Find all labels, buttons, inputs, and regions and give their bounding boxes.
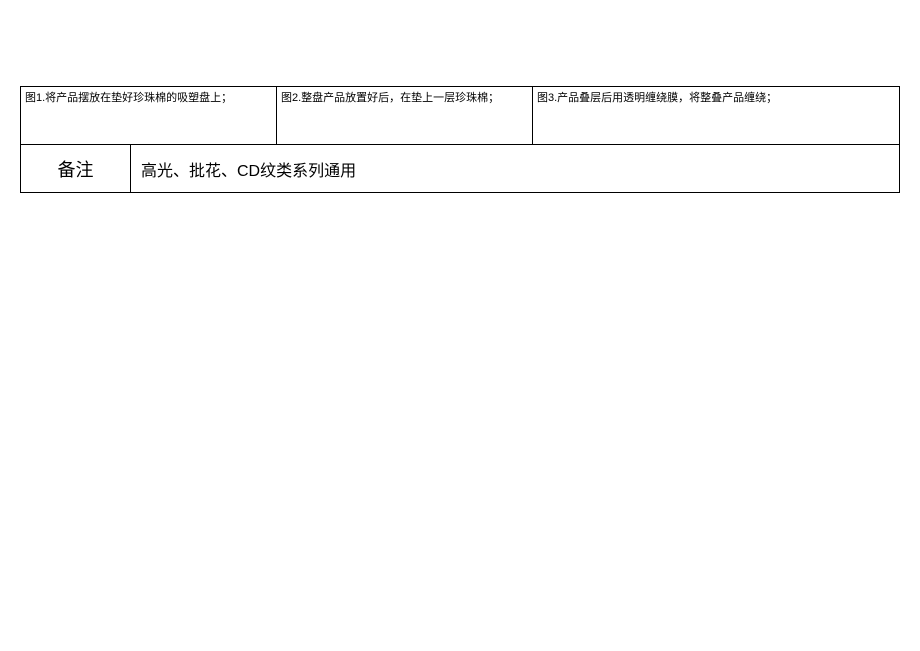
remark-content-cell: 高光、批花、CD纹类系列通用: [131, 145, 900, 193]
figure-1-caption-cell: 图1.将产品摆放在垫好珍珠棉的吸塑盘上；: [21, 87, 277, 145]
document-table: 图1.将产品摆放在垫好珍珠棉的吸塑盘上； 图2.整盘产品放置好后，在垫上一层珍珠…: [20, 86, 900, 193]
figure-1-caption: 图1.将产品摆放在垫好珍珠棉的吸塑盘上；: [25, 92, 232, 104]
remark-content: 高光、批花、CD纹类系列通用: [141, 157, 356, 181]
figure-3-caption: 图3.产品叠层后用透明缠绕膜，将整叠产品缠绕；: [537, 92, 777, 104]
figure-2-caption-cell: 图2.整盘产品放置好后，在垫上一层珍珠棉；: [277, 87, 533, 145]
remark-label-cell: 备注: [21, 145, 131, 193]
remark-label: 备注: [58, 156, 94, 182]
figure-captions-row: 图1.将产品摆放在垫好珍珠棉的吸塑盘上； 图2.整盘产品放置好后，在垫上一层珍珠…: [20, 86, 900, 145]
figure-2-caption: 图2.整盘产品放置好后，在垫上一层珍珠棉；: [281, 92, 499, 104]
remark-row: 备注 高光、批花、CD纹类系列通用: [20, 145, 900, 193]
figure-3-caption-cell: 图3.产品叠层后用透明缠绕膜，将整叠产品缠绕；: [533, 87, 900, 145]
